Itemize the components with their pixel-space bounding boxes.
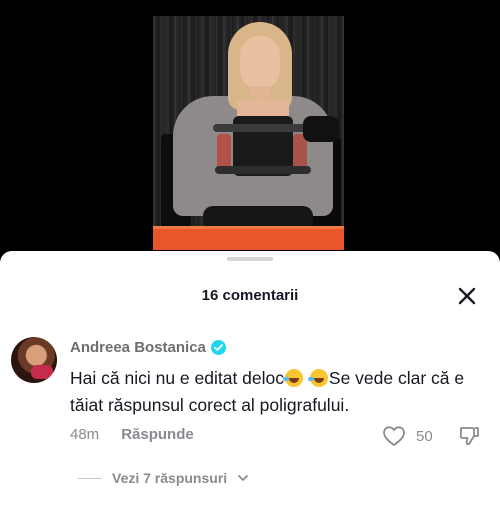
comments-sheet: 16 comentarii Andreea Bostanica Hai că n… <box>0 251 500 511</box>
video-person-face <box>240 36 280 90</box>
comment-username[interactable]: Andreea Bostanica <box>70 339 226 356</box>
view-replies-button[interactable]: Vezi 7 răspunsuri <box>78 470 249 486</box>
video-player[interactable] <box>0 0 500 262</box>
comment-text: Hai că nici nu e editat deloc Se vede cl… <box>70 365 490 419</box>
like-count: 50 <box>416 427 433 445</box>
comment-time: 48m <box>70 426 100 443</box>
close-icon[interactable] <box>456 285 478 307</box>
polygraph-cuff <box>303 116 339 142</box>
rofl-emoji-icon <box>283 369 304 387</box>
username-text[interactable]: Andreea Bostanica <box>70 339 206 356</box>
like-button[interactable]: 50 <box>382 425 433 447</box>
heart-icon <box>383 426 405 447</box>
avatar[interactable] <box>11 337 57 383</box>
comments-title: 16 comentarii <box>201 287 299 304</box>
polygraph-strap-upper <box>213 124 313 132</box>
view-replies-label[interactable]: Vezi 7 răspunsuri <box>112 470 227 486</box>
polygraph-strap-lower <box>215 166 311 174</box>
verified-badge-icon <box>210 340 226 355</box>
comment-text-part1: Hai că nici nu e editat deloc <box>70 368 285 388</box>
video-thumbnail[interactable] <box>153 16 344 250</box>
video-bottom-bar <box>153 229 344 250</box>
dislike-icon[interactable] <box>458 425 480 447</box>
rofl-emoji-icon <box>307 369 328 387</box>
chevron-down-icon <box>238 475 249 481</box>
drag-handle[interactable] <box>227 257 273 261</box>
replies-divider <box>78 477 102 479</box>
comment-meta: 48m Răspunde <box>70 426 194 443</box>
reply-button[interactable]: Răspunde <box>121 426 194 443</box>
